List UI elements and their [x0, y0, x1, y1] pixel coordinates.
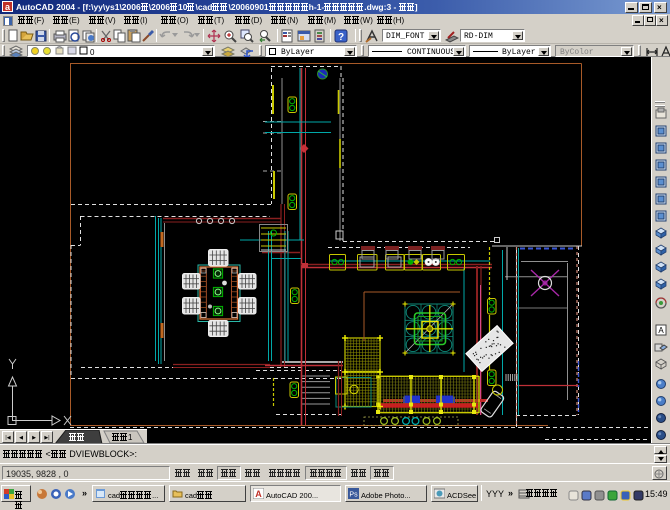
- svg-text:A: A: [658, 326, 664, 335]
- svg-text:Ps: Ps: [349, 492, 358, 499]
- svg-text:A: A: [255, 489, 262, 499]
- svg-text:?: ?: [338, 32, 344, 43]
